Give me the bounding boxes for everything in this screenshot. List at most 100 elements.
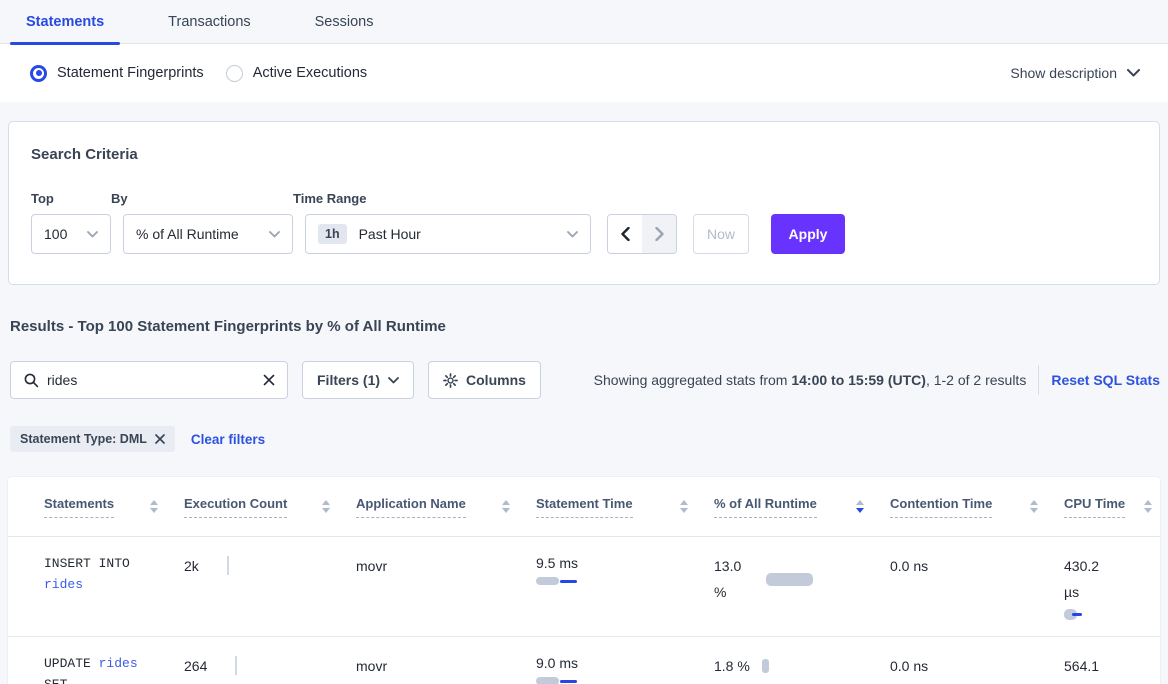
- tab-sessions[interactable]: Sessions: [299, 0, 390, 43]
- table-row[interactable]: INSERT INTO rides 2k movr 9.5 ms 13.0 % …: [8, 537, 1160, 637]
- now-button[interactable]: Now: [693, 214, 749, 254]
- view-mode-row: Statement Fingerprints Active Executions…: [0, 44, 1168, 102]
- sort-icon: [312, 500, 330, 513]
- remove-filter-icon[interactable]: [155, 434, 165, 444]
- by-select-value: % of All Runtime: [136, 226, 239, 242]
- statement-search-box: [10, 361, 288, 399]
- filter-chip-statement-type[interactable]: Statement Type: DML: [10, 426, 175, 452]
- table-row[interactable]: UPDATE rides SET… 264 movr 9.0 ms 1.8 % …: [8, 637, 1160, 684]
- sort-icon: [1020, 500, 1038, 513]
- contention-time-cell: 0.0 ns: [890, 553, 1064, 574]
- next-time-window-button[interactable]: [642, 215, 676, 253]
- execution-count-cell: 2k: [184, 553, 356, 575]
- column-header-application-name[interactable]: Application Name: [356, 496, 536, 518]
- search-criteria-card: Search Criteria Top 100 By % of All Runt…: [8, 121, 1160, 285]
- filters-button[interactable]: Filters (1): [302, 361, 414, 399]
- application-name-cell: movr: [356, 553, 536, 574]
- chevron-down-icon: [567, 231, 578, 238]
- cpu-time-bar-dev: [1072, 613, 1082, 616]
- active-filters-row: Statement Type: DML Clear filters: [10, 426, 1168, 452]
- by-label: By: [111, 191, 293, 206]
- application-name-cell: movr: [356, 653, 536, 674]
- toolbar-divider: [1038, 365, 1039, 395]
- gear-icon: [443, 373, 458, 388]
- chevron-left-icon: [621, 227, 630, 241]
- filter-chip-label: Statement Type: DML: [20, 432, 147, 446]
- radio-selected-icon: [30, 65, 47, 82]
- radio-label: Active Executions: [253, 65, 367, 81]
- clear-search-icon[interactable]: [263, 374, 275, 386]
- statement-time-bar-dev: [560, 680, 577, 683]
- statement-time-cell: 9.5 ms: [536, 553, 714, 585]
- sort-icon: [670, 500, 688, 513]
- search-input[interactable]: [47, 372, 255, 388]
- radio-active-executions[interactable]: Active Executions: [226, 65, 367, 82]
- search-icon: [23, 372, 39, 388]
- sort-icon: [140, 500, 158, 513]
- statement-time-bar-mean: [536, 577, 559, 585]
- show-description-label: Show description: [1010, 65, 1117, 81]
- column-header-execution-count[interactable]: Execution Count: [184, 496, 356, 518]
- time-range-value: Past Hour: [359, 226, 421, 242]
- top-label: Top: [31, 191, 111, 206]
- column-header-cpu-time[interactable]: CPU Time: [1064, 496, 1160, 518]
- top-field: Top 100: [31, 191, 111, 254]
- cpu-time-cell: 564.1 µs: [1064, 653, 1160, 684]
- time-window-arrows: [607, 214, 677, 254]
- search-criteria-title: Search Criteria: [31, 146, 1137, 163]
- execution-count-bar: [235, 656, 237, 675]
- column-header-pct-of-all-runtime[interactable]: % of All Runtime: [714, 496, 890, 518]
- by-select[interactable]: % of All Runtime: [123, 214, 293, 254]
- radio-label: Statement Fingerprints: [57, 65, 204, 81]
- top-tab-bar: Statements Transactions Sessions: [0, 0, 1168, 44]
- reset-sql-stats-link[interactable]: Reset SQL Stats: [1051, 372, 1160, 388]
- columns-label: Columns: [466, 372, 526, 388]
- execution-count-cell: 264: [184, 653, 356, 675]
- summary-time-range: 14:00 to 15:59 (UTC): [791, 372, 926, 388]
- statement-time-bar-dev: [560, 580, 577, 583]
- pct-runtime-bar: [762, 659, 769, 673]
- column-header-statement-time[interactable]: Statement Time: [536, 496, 714, 518]
- time-range-select[interactable]: 1h Past Hour: [305, 214, 591, 254]
- results-heading: Results - Top 100 Statement Fingerprints…: [10, 318, 1168, 335]
- chevron-right-icon: [655, 227, 664, 241]
- statement-time-bar-mean: [536, 677, 559, 684]
- cpu-time-cell: 430.2 µs: [1064, 553, 1160, 620]
- tab-transactions[interactable]: Transactions: [152, 0, 266, 43]
- time-range-label: Time Range: [293, 191, 591, 206]
- top-select[interactable]: 100: [31, 214, 111, 254]
- table-header-row: Statements Execution Count Application N…: [8, 477, 1160, 537]
- top-select-value: 100: [44, 226, 67, 242]
- column-header-statements[interactable]: Statements: [44, 496, 184, 518]
- time-range-badge: 1h: [318, 224, 347, 244]
- previous-time-window-button[interactable]: [608, 215, 642, 253]
- statement-fingerprint-cell[interactable]: UPDATE rides SET…: [44, 653, 184, 684]
- apply-button[interactable]: Apply: [771, 214, 845, 254]
- clear-filters-link[interactable]: Clear filters: [191, 432, 265, 447]
- table-name-link[interactable]: rides: [44, 577, 83, 592]
- tab-statements[interactable]: Statements: [10, 0, 120, 43]
- time-range-field: Time Range 1h Past Hour: [293, 191, 591, 254]
- statements-table: Statements Execution Count Application N…: [8, 477, 1160, 684]
- show-description-toggle[interactable]: Show description: [1010, 65, 1140, 81]
- results-summary: Showing aggregated stats from 14:00 to 1…: [594, 372, 1027, 388]
- execution-count-bar: [227, 556, 229, 575]
- chevron-down-icon: [269, 231, 280, 238]
- pct-runtime-cell: 1.8 %: [714, 653, 890, 679]
- pct-runtime-cell: 13.0 %: [714, 553, 890, 605]
- statement-time-cell: 9.0 ms: [536, 653, 714, 684]
- statement-fingerprint-cell[interactable]: INSERT INTO rides: [44, 553, 184, 595]
- pct-runtime-bar: [766, 573, 813, 586]
- chevron-down-icon: [1127, 69, 1140, 77]
- radio-statement-fingerprints[interactable]: Statement Fingerprints: [30, 65, 204, 82]
- chevron-down-icon: [87, 231, 98, 238]
- sort-icon: [1134, 500, 1152, 513]
- filters-label: Filters (1): [317, 372, 380, 388]
- results-toolbar: Filters (1) Columns Showing aggregated s…: [10, 361, 1160, 399]
- chevron-down-icon: [388, 377, 399, 384]
- column-header-contention-time[interactable]: Contention Time: [890, 496, 1064, 518]
- contention-time-cell: 0.0 ns: [890, 653, 1064, 674]
- columns-button[interactable]: Columns: [428, 361, 541, 399]
- by-field: By % of All Runtime: [111, 191, 293, 254]
- table-name-link[interactable]: rides: [99, 656, 138, 671]
